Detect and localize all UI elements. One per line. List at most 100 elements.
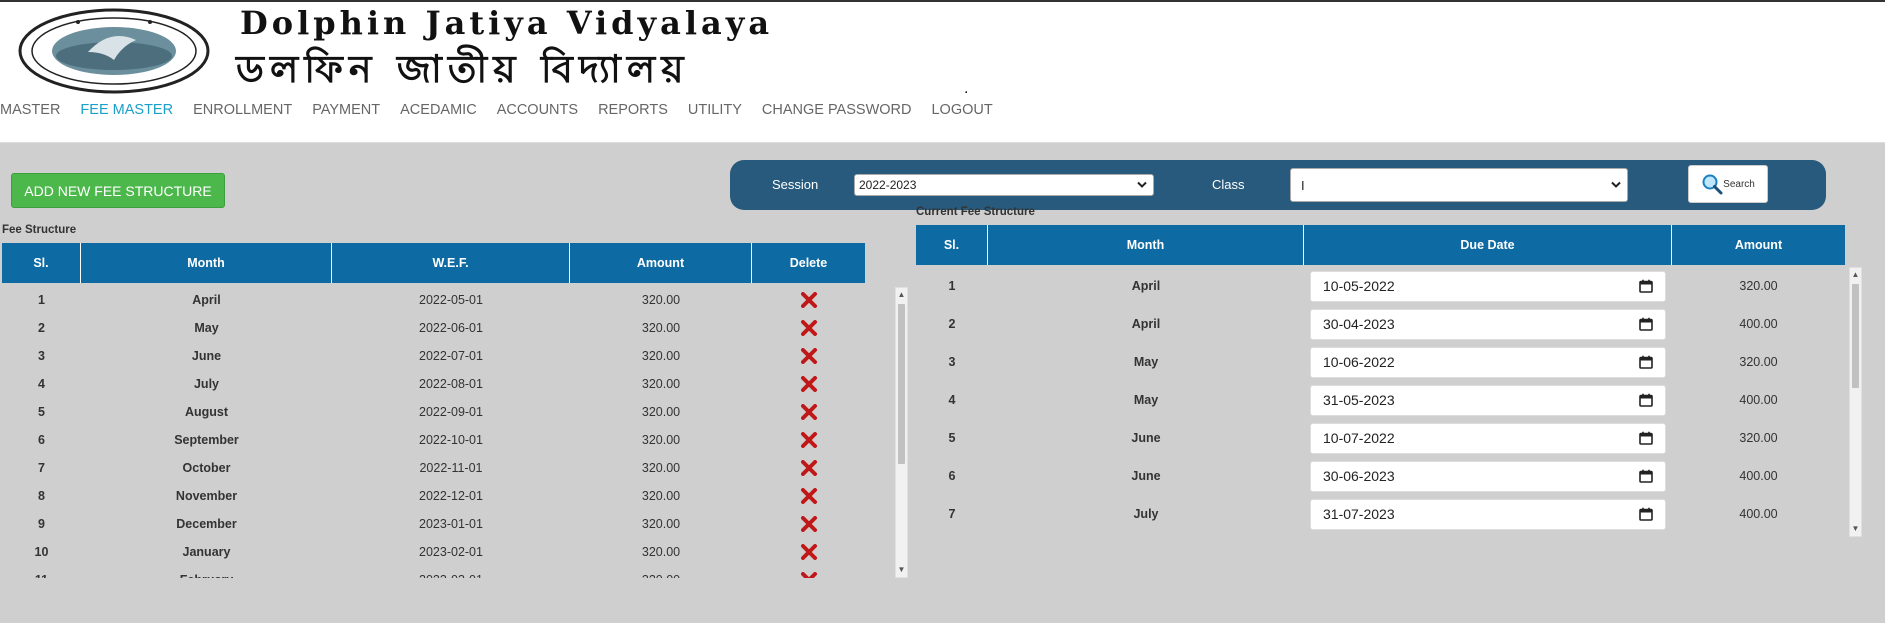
due-date-input[interactable]: 30-06-2023	[1310, 460, 1666, 492]
cell-sl: 2	[38, 321, 45, 335]
scrollbar-thumb[interactable]	[898, 304, 905, 464]
delete-icon[interactable]	[752, 370, 865, 398]
cell-amount: 320.00	[1739, 279, 1778, 293]
calendar-icon[interactable]	[1639, 317, 1653, 331]
nav-logout[interactable]: LOGOUT	[931, 102, 992, 122]
cell-wef: 2022-05-01	[419, 293, 483, 307]
due-date-input[interactable]: 30-04-2023	[1310, 308, 1666, 340]
col-month: Month	[81, 243, 332, 283]
due-date-value: 31-05-2023	[1323, 392, 1395, 408]
table-row: 10 January 2023-02-01 320.00	[2, 538, 865, 566]
nav-accounts[interactable]: ACCOUNTS	[497, 102, 578, 122]
search-button-label: Search	[1723, 178, 1755, 190]
table-row: 3 June 2022-07-01 320.00	[2, 342, 865, 370]
chevron-down-icon	[1611, 181, 1621, 188]
current-fee-structure-rows: 1 April 10-05-2022 320.00 2 April 30-04-…	[916, 267, 1845, 539]
cell-month: February	[81, 566, 332, 578]
cell-month: September	[174, 433, 239, 447]
delete-icon[interactable]	[752, 286, 865, 314]
school-name-bengali: ডলফিন জাতীয় বিদ্যালয়	[236, 47, 690, 91]
fee-structure-scrollbar[interactable]: ▲ ▼	[895, 287, 908, 578]
calendar-icon[interactable]	[1639, 507, 1653, 521]
class-label: Class	[1212, 177, 1245, 192]
scroll-down-arrow-icon[interactable]: ▼	[1850, 524, 1861, 534]
magnifier-icon	[1702, 174, 1723, 195]
cell-month: June	[1131, 431, 1161, 445]
col-sl: Sl.	[2, 243, 81, 283]
scroll-up-arrow-icon[interactable]: ▲	[1850, 270, 1861, 280]
cell-month: July	[193, 377, 219, 391]
cell-wef: 2023-01-01	[419, 517, 483, 531]
class-selected-value: I	[1301, 177, 1305, 193]
cell-amount: 320.00	[641, 433, 681, 447]
cell-amount: 320.00	[641, 517, 681, 531]
table-row: 1 April 10-05-2022 320.00	[916, 267, 1845, 305]
table-row: 3 May 10-06-2022 320.00	[916, 343, 1845, 381]
calendar-icon[interactable]	[1639, 469, 1653, 483]
nav-change-password[interactable]: CHANGE PASSWORD	[762, 102, 912, 122]
cell-month: May	[1133, 355, 1159, 369]
due-date-value: 10-05-2022	[1323, 278, 1395, 294]
cell-sl: 11	[2, 566, 81, 578]
calendar-icon[interactable]	[1639, 355, 1653, 369]
cell-wef: 2022-10-01	[419, 433, 483, 447]
col-month: Month	[988, 225, 1304, 265]
cell-sl: 3	[948, 355, 956, 369]
cell-sl: 10	[34, 545, 49, 559]
current-fee-structure-scrollbar[interactable]: ▲ ▼	[1849, 267, 1862, 537]
scroll-up-arrow-icon[interactable]: ▲	[896, 290, 907, 300]
nav-master[interactable]: MASTER	[0, 102, 60, 122]
scroll-down-arrow-icon[interactable]: ▼	[896, 565, 907, 575]
nav-reports[interactable]: REPORTS	[598, 102, 668, 122]
delete-icon[interactable]	[752, 482, 865, 510]
due-date-input[interactable]: 10-05-2022	[1310, 270, 1666, 302]
delete-icon[interactable]	[752, 426, 865, 454]
delete-icon[interactable]	[752, 510, 865, 538]
table-row: 4 July 2022-08-01 320.00	[2, 370, 865, 398]
class-select[interactable]: I	[1290, 168, 1628, 202]
nav-utility[interactable]: UTILITY	[688, 102, 742, 122]
calendar-icon[interactable]	[1639, 393, 1653, 407]
due-date-input[interactable]: 31-05-2023	[1310, 384, 1666, 416]
add-new-fee-structure-button[interactable]: ADD NEW FEE STRUCTURE	[11, 173, 225, 208]
delete-icon[interactable]	[752, 454, 865, 482]
cell-month: June	[191, 349, 222, 363]
due-date-input[interactable]: 10-07-2022	[1310, 422, 1666, 454]
cell-wef: 2022-11-01	[419, 461, 483, 475]
delete-icon[interactable]	[752, 314, 865, 342]
delete-icon[interactable]	[752, 342, 865, 370]
due-date-value: 10-06-2022	[1323, 354, 1395, 370]
cell-month: July	[1133, 507, 1159, 521]
table-row: 7 July 31-07-2023 400.00	[916, 495, 1845, 533]
nav-payment[interactable]: PAYMENT	[312, 102, 380, 122]
cell-sl: 6	[948, 469, 956, 483]
cell-amount: 320.00	[641, 321, 681, 335]
scrollbar-thumb[interactable]	[1852, 284, 1859, 388]
col-sl: Sl.	[916, 225, 988, 265]
cell-wef: 2022-07-01	[419, 349, 483, 363]
nav-fee-master[interactable]: FEE MASTER	[80, 102, 173, 122]
table-row: 5 June 10-07-2022 320.00	[916, 419, 1845, 457]
delete-icon[interactable]	[752, 566, 865, 578]
cell-sl: 7	[948, 507, 956, 521]
session-selected-value: 2022-2023	[859, 178, 917, 192]
due-date-input[interactable]: 31-07-2023	[1310, 498, 1666, 530]
search-button[interactable]: Search	[1688, 165, 1768, 203]
cell-wef: 2022-08-01	[419, 377, 483, 391]
session-select[interactable]: 2022-2023	[854, 174, 1154, 196]
cell-amount: 400.00	[1739, 507, 1778, 521]
cell-wef: 2022-09-01	[419, 405, 483, 419]
col-delete: Delete	[752, 243, 865, 283]
nav-academic[interactable]: ACEDAMIC	[400, 102, 477, 122]
delete-icon[interactable]	[752, 538, 865, 566]
cell-month: December	[176, 517, 237, 531]
delete-icon[interactable]	[752, 398, 865, 426]
cell-amount: 320.00	[1739, 431, 1778, 445]
calendar-icon[interactable]	[1639, 279, 1653, 293]
cell-month: May	[1133, 393, 1159, 407]
col-amount: Amount	[1672, 225, 1845, 265]
calendar-icon[interactable]	[1639, 431, 1653, 445]
due-date-input[interactable]: 10-06-2022	[1310, 346, 1666, 378]
nav-enrollment[interactable]: ENROLLMENT	[193, 102, 292, 122]
cell-month: April	[1131, 317, 1161, 331]
